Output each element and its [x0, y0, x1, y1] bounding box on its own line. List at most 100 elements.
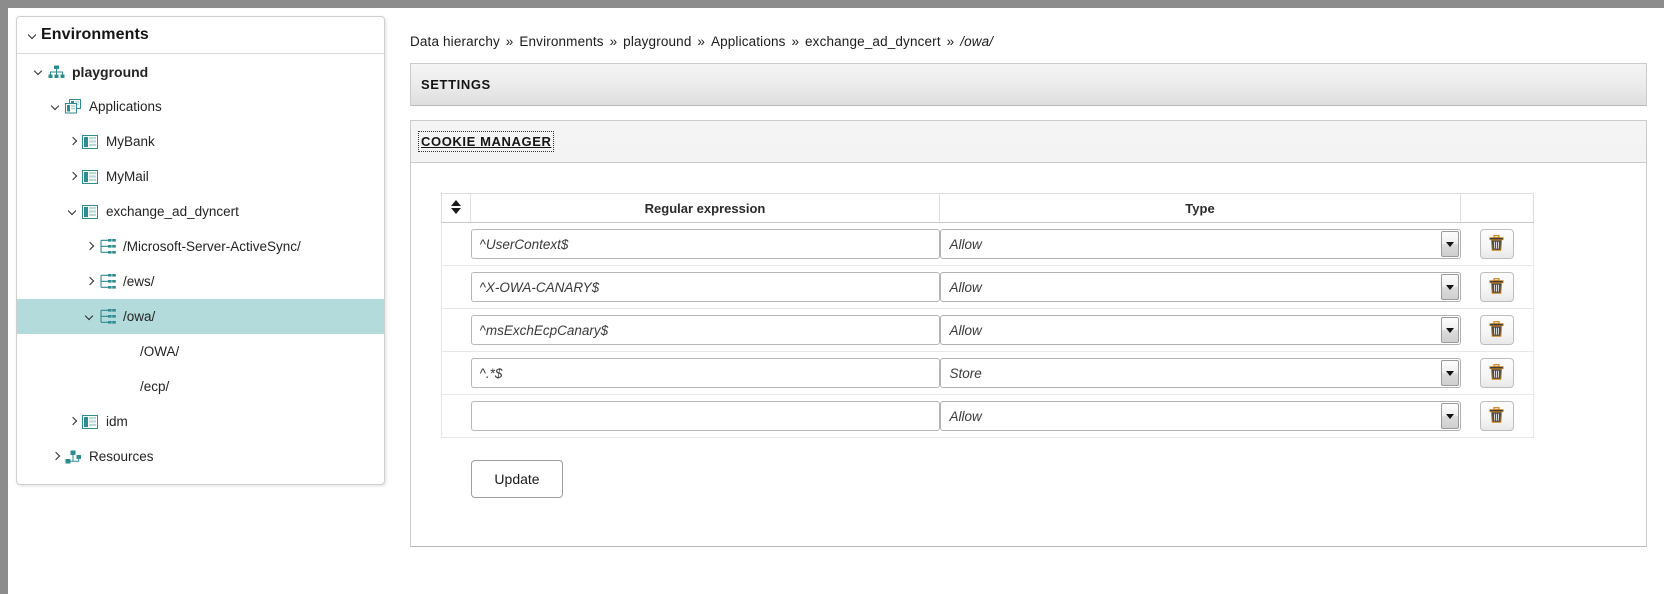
- settings-panel-header[interactable]: SETTINGS: [411, 64, 1646, 105]
- application-icon: [81, 134, 99, 150]
- sidebar-item-ews[interactable]: /ews/: [17, 264, 384, 299]
- regex-input[interactable]: [470, 315, 940, 345]
- breadcrumb-item-applications[interactable]: Applications: [711, 34, 786, 49]
- breadcrumb-item-data-hierarchy[interactable]: Data hierarchy: [410, 34, 500, 49]
- cookie-manager-panel-header[interactable]: COOKIE MANAGER: [411, 121, 1646, 162]
- sidebar-item-owa[interactable]: /OWA/: [17, 334, 384, 369]
- regex-input[interactable]: [470, 229, 940, 259]
- type-select[interactable]: Store: [939, 358, 1461, 388]
- actions-cell: [1460, 265, 1534, 309]
- sidebar-item-idm[interactable]: idm: [17, 404, 384, 439]
- chevron-down-icon[interactable]: [48, 102, 64, 111]
- type-select[interactable]: Allow: [939, 315, 1461, 345]
- chevron-right-icon[interactable]: [65, 417, 81, 426]
- row-handle-cell[interactable]: [441, 351, 471, 395]
- type-select[interactable]: Allow: [939, 229, 1461, 259]
- type-select-value: Store: [949, 365, 982, 381]
- chevron-down-icon[interactable]: [25, 31, 41, 40]
- chevron-down-icon[interactable]: [1440, 317, 1459, 343]
- update-button[interactable]: Update: [471, 460, 563, 498]
- breadcrumb-separator: »: [605, 34, 622, 49]
- cookie-table: Regular expression Type Allow Allow Allow S…: [441, 193, 1534, 438]
- row-handle-cell[interactable]: [441, 265, 471, 309]
- breadcrumb-item-playground[interactable]: playground: [623, 34, 691, 49]
- delete-row-button[interactable]: [1479, 401, 1514, 431]
- tree-root-environments[interactable]: Environments: [17, 17, 384, 54]
- row-handle-cell[interactable]: [441, 394, 471, 438]
- update-button-row: Update: [441, 438, 1632, 498]
- regex-input[interactable]: [470, 401, 940, 431]
- trash-icon: [1489, 406, 1504, 426]
- type-select[interactable]: Allow: [939, 401, 1461, 431]
- chevron-down-icon[interactable]: [1440, 231, 1459, 257]
- sidebar-item-label: /owa/: [123, 309, 156, 324]
- sidebar-container: Environments playground Applications MyBan…: [8, 8, 400, 594]
- breadcrumb-item-exchange-ad-dyncert[interactable]: exchange_ad_dyncert: [805, 34, 941, 49]
- breadcrumb-separator: »: [942, 34, 959, 49]
- chevron-right-icon[interactable]: [65, 172, 81, 181]
- sidebar-item-label: idm: [106, 414, 128, 429]
- regex-cell: [470, 308, 940, 352]
- sidebar-item-applications[interactable]: Applications: [17, 89, 384, 124]
- chevron-down-icon[interactable]: [82, 312, 98, 321]
- sidebar-item-label: Applications: [89, 99, 162, 114]
- delete-row-button[interactable]: [1479, 272, 1514, 302]
- main-content: Data hierarchy » Environments » playgrou…: [400, 8, 1664, 594]
- chevron-down-icon[interactable]: [1440, 403, 1459, 429]
- regex-input[interactable]: [470, 358, 940, 388]
- type-select[interactable]: Allow: [939, 272, 1461, 302]
- chevron-right-icon[interactable]: [82, 242, 98, 251]
- data-hierarchy-tree: Environments playground Applications MyBan…: [16, 16, 385, 485]
- sidebar-item-exchange-ad-dyncert[interactable]: exchange_ad_dyncert: [17, 194, 384, 229]
- breadcrumb-item-environments[interactable]: Environments: [519, 34, 603, 49]
- tree-node-list: playground Applications MyBank MyMail exchan…: [17, 54, 384, 474]
- regex-cell: [470, 222, 940, 266]
- sidebar-item-playground[interactable]: playground: [17, 54, 384, 89]
- chevron-down-icon[interactable]: [65, 207, 81, 216]
- sidebar-item-ecp[interactable]: /ecp/: [17, 369, 384, 404]
- chevron-down-icon[interactable]: [1440, 360, 1459, 386]
- regex-input[interactable]: [470, 272, 940, 302]
- settings-panel: SETTINGS: [410, 63, 1647, 106]
- app-group-icon: [64, 99, 82, 115]
- cookie-manager-title[interactable]: COOKIE MANAGER: [417, 131, 555, 152]
- chevron-right-icon[interactable]: [82, 277, 98, 286]
- actions-cell: [1460, 308, 1534, 352]
- sidebar-item-label: /Microsoft-Server-ActiveSync/: [123, 239, 301, 254]
- cookie-table-body: Allow Allow Allow Store Allow: [441, 222, 1534, 438]
- chevron-right-icon[interactable]: [65, 137, 81, 146]
- sidebar-item-owa[interactable]: /owa/: [17, 299, 384, 334]
- sidebar-item-mybank[interactable]: MyBank: [17, 124, 384, 159]
- regex-column-header[interactable]: Regular expression: [470, 193, 940, 223]
- type-cell: Allow: [939, 265, 1461, 309]
- delete-row-button[interactable]: [1479, 358, 1514, 388]
- type-cell: Allow: [939, 222, 1461, 266]
- chevron-down-icon[interactable]: [1440, 274, 1459, 300]
- delete-row-button[interactable]: [1479, 315, 1514, 345]
- sidebar-item-label: Resources: [89, 449, 154, 464]
- sidebar-item-resources[interactable]: Resources: [17, 439, 384, 474]
- sidebar-item-mymail[interactable]: MyMail: [17, 159, 384, 194]
- row-handle-cell[interactable]: [441, 308, 471, 352]
- chevron-down-icon[interactable]: [31, 67, 47, 76]
- regex-cell: [470, 394, 940, 438]
- path-icon: [98, 239, 116, 255]
- sitemap-icon: [47, 64, 65, 80]
- type-select-value: Allow: [949, 236, 982, 252]
- sort-icon[interactable]: [451, 199, 461, 215]
- sidebar-item-label: /OWA/: [140, 344, 180, 359]
- breadcrumb-item-owa: /owa/: [960, 34, 994, 49]
- delete-row-button[interactable]: [1479, 229, 1514, 259]
- table-row: Allow: [441, 222, 1534, 266]
- type-column-header[interactable]: Type: [939, 193, 1461, 223]
- application-icon: [81, 204, 99, 220]
- row-handle-cell[interactable]: [441, 222, 471, 266]
- type-cell: Allow: [939, 394, 1461, 438]
- chevron-right-icon[interactable]: [48, 452, 64, 461]
- table-row: Store: [441, 351, 1534, 395]
- app-window: Environments playground Applications MyBan…: [8, 8, 1664, 594]
- breadcrumb-separator: »: [501, 34, 518, 49]
- sidebar-item-microsoft-server-activesync[interactable]: /Microsoft-Server-ActiveSync/: [17, 229, 384, 264]
- sort-column-header[interactable]: [441, 193, 471, 223]
- cookie-manager-panel: COOKIE MANAGER Regular expression Type ^…: [410, 120, 1647, 547]
